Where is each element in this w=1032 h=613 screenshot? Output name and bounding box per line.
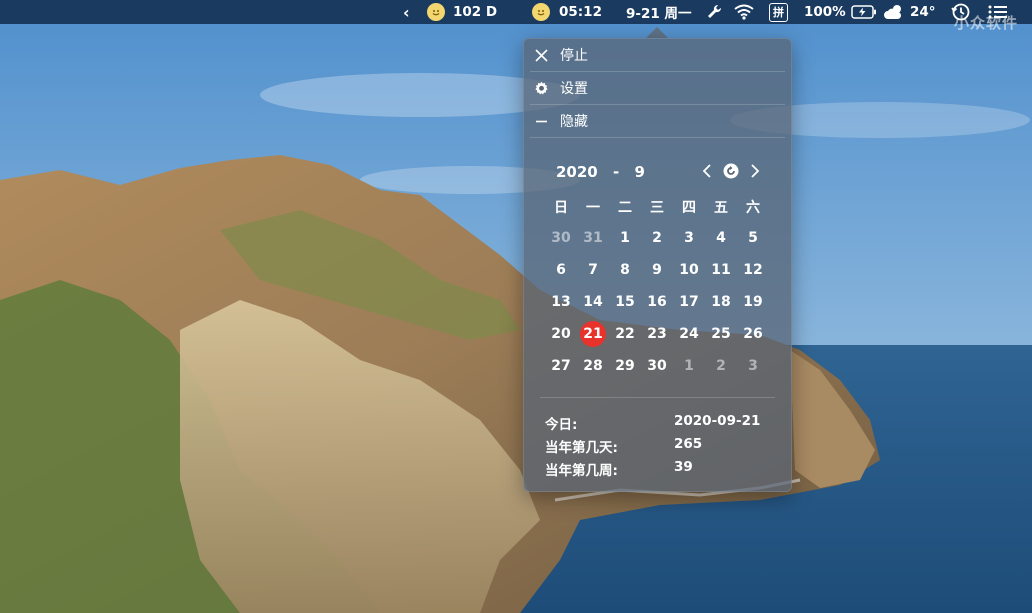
calendar-day[interactable]: 3 <box>673 225 705 251</box>
calendar-day[interactable]: 26 <box>737 321 769 347</box>
smiley-icon <box>427 3 445 21</box>
menubar-date-item[interactable]: 9-21 周一 <box>626 0 691 24</box>
calendar-grid: 30 31 1 2 3 4 5 6 7 8 9 10 11 12 13 14 1… <box>524 39 791 491</box>
calendar-day[interactable]: 29 <box>609 353 641 379</box>
calendar-day[interactable]: 11 <box>705 257 737 283</box>
calendar-day[interactable]: 28 <box>577 353 609 379</box>
calendar-day[interactable]: 24 <box>673 321 705 347</box>
wrench-icon <box>708 4 722 18</box>
date-text: 9-21 周一 <box>626 6 692 22</box>
menubar-wifi-item[interactable] <box>734 0 754 24</box>
menubar-weather-item[interactable]: 24° <box>883 0 936 24</box>
calendar-day[interactable]: 13 <box>545 289 577 315</box>
calendar-day[interactable]: 22 <box>609 321 641 347</box>
menubar-tool-item[interactable] <box>705 0 723 24</box>
calendar-day[interactable]: 30 <box>641 353 673 379</box>
calendar-day[interactable]: 1 <box>609 225 641 251</box>
calendar-day-today[interactable]: 21 <box>577 321 609 347</box>
temperature-text: 24° <box>910 4 936 20</box>
countdown-text: 102 D <box>453 4 498 20</box>
calendar-day[interactable]: 19 <box>737 289 769 315</box>
calendar-day[interactable]: 14 <box>577 289 609 315</box>
popover-arrow <box>646 27 668 38</box>
calendar-day[interactable]: 15 <box>609 289 641 315</box>
desktop-wallpaper <box>0 0 1032 613</box>
battery-percentage: 100% <box>804 4 846 20</box>
calendar-day[interactable]: 27 <box>545 353 577 379</box>
chevron-left-icon: ‹ <box>403 2 410 22</box>
calendar-day[interactable]: 18 <box>705 289 737 315</box>
calendar-day[interactable]: 16 <box>641 289 673 315</box>
menubar-input-method[interactable]: 拼 <box>769 0 788 24</box>
menu-bar: ‹ 102 D 05:12 9-21 周一 拼 100% 24° <box>0 0 1032 24</box>
calendar-day[interactable]: 6 <box>545 257 577 283</box>
calendar-day[interactable]: 8 <box>609 257 641 283</box>
timer-text: 05:12 <box>559 4 602 20</box>
menubar-countdown-item[interactable]: 102 D <box>427 0 497 24</box>
calendar-day[interactable]: 9 <box>641 257 673 283</box>
calendar-day[interactable]: 2 <box>705 353 737 379</box>
calendar-day[interactable]: 25 <box>705 321 737 347</box>
calendar-popover: 停止 设置 隐藏 2020 - 9 日 一 二 三 四 五 六 30 31 1 … <box>523 38 792 492</box>
calendar-day[interactable]: 3 <box>737 353 769 379</box>
menubar-timer-item[interactable]: 05:12 <box>532 0 602 24</box>
calendar-day[interactable]: 23 <box>641 321 673 347</box>
calendar-day[interactable]: 30 <box>545 225 577 251</box>
calendar-day[interactable]: 20 <box>545 321 577 347</box>
calendar-day[interactable]: 31 <box>577 225 609 251</box>
menubar-battery-item[interactable]: 100% <box>804 0 877 24</box>
smiley-icon <box>532 3 550 21</box>
menubar-collapse-chevron[interactable]: ‹ <box>403 0 410 24</box>
calendar-day[interactable]: 12 <box>737 257 769 283</box>
wifi-icon <box>734 4 754 20</box>
battery-charging-icon <box>850 5 876 19</box>
calendar-day[interactable]: 1 <box>673 353 705 379</box>
watermark-text: 小众软件 <box>953 14 1018 32</box>
calendar-day[interactable]: 4 <box>705 225 737 251</box>
calendar-day[interactable]: 17 <box>673 289 705 315</box>
calendar-day[interactable]: 10 <box>673 257 705 283</box>
calendar-day[interactable]: 5 <box>737 225 769 251</box>
calendar-day[interactable]: 7 <box>577 257 609 283</box>
calendar-day[interactable]: 2 <box>641 225 673 251</box>
cloud-sun-icon <box>884 5 902 19</box>
input-method-label: 拼 <box>769 2 788 22</box>
